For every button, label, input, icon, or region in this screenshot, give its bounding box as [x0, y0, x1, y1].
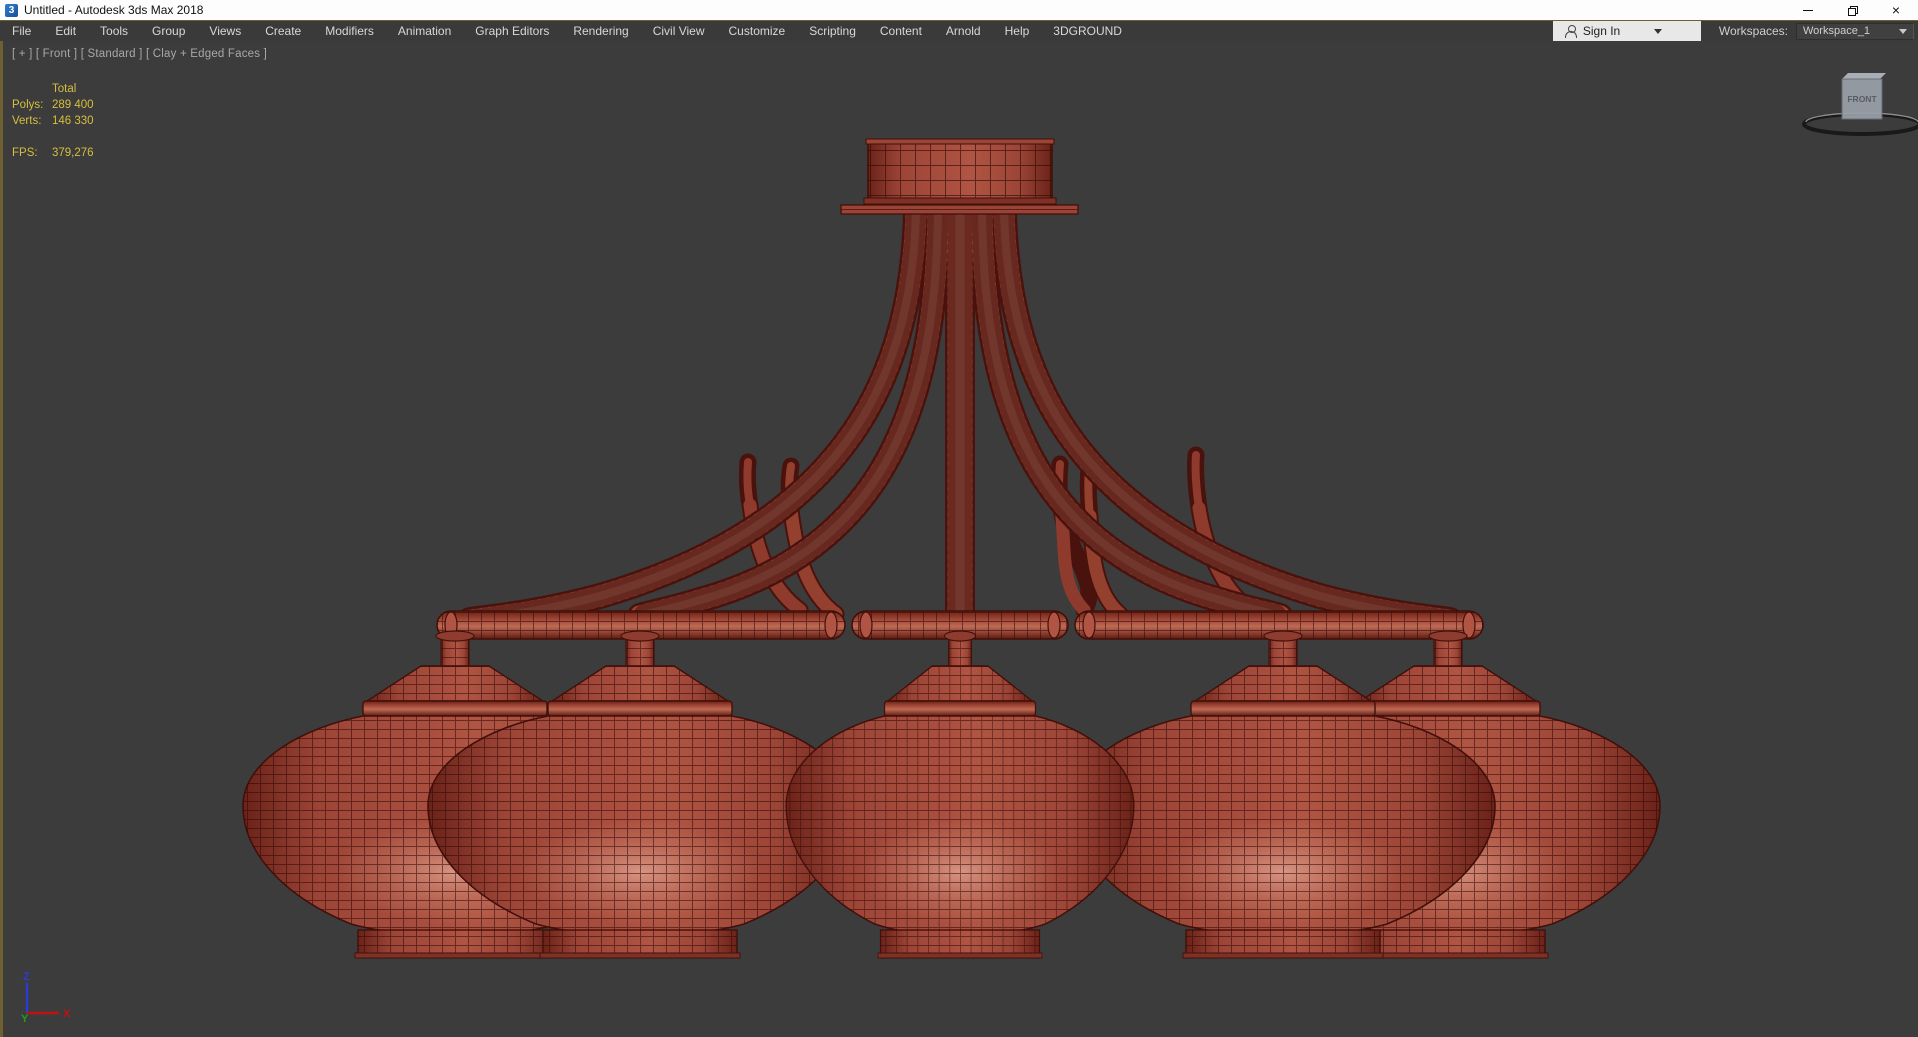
viewport-label[interactable]: [ + ] [ Front ] [ Standard ] [ Clay + Ed…: [12, 48, 267, 60]
axis-x-label: X: [63, 1008, 71, 1020]
menu-graph-editors[interactable]: Graph Editors: [463, 21, 561, 41]
app-icon: 3: [5, 3, 18, 17]
minimize-icon: [1803, 9, 1813, 11]
viewcube-front-label: FRONT: [1847, 94, 1877, 104]
stats-fps-row: FPS: 379,276: [12, 145, 94, 161]
menu-customize[interactable]: Customize: [717, 21, 798, 41]
viewcube[interactable]: FRONT: [1802, 73, 1918, 136]
stats-verts-value: 146 330: [52, 115, 94, 127]
workspace-chevron-icon: [1899, 28, 1907, 34]
stats-polys-row: Polys: 289 400: [12, 97, 94, 113]
axis-y-label: Y: [21, 1013, 29, 1025]
menu-rendering[interactable]: Rendering: [561, 21, 640, 41]
menu-items: File Edit Tools Group Views Create Modif…: [0, 21, 1134, 41]
menu-scripting[interactable]: Scripting: [797, 21, 868, 41]
sign-in-button[interactable]: Sign In: [1552, 21, 1701, 41]
menu-right-cluster: Sign In Workspaces: Workspace_1: [1552, 21, 1918, 41]
statistics-overlay: Total Polys: 289 400 Verts: 146 330 FPS:…: [12, 81, 94, 161]
viewport-accent-border: [0, 41, 3, 1037]
restore-icon: [1847, 5, 1858, 16]
menu-tools[interactable]: Tools: [88, 21, 140, 41]
menu-file[interactable]: File: [0, 21, 43, 41]
menu-modifiers[interactable]: Modifiers: [313, 21, 386, 41]
menu-content[interactable]: Content: [868, 21, 934, 41]
chevron-down-icon: [1654, 28, 1663, 34]
title-bar: 3 Untitled - Autodesk 3ds Max 2018 ×: [0, 0, 1918, 20]
menu-help[interactable]: Help: [993, 21, 1042, 41]
sign-in-label: Sign In: [1582, 24, 1621, 38]
close-icon: ×: [1891, 2, 1901, 18]
minimize-button[interactable]: [1786, 0, 1830, 20]
menu-arnold[interactable]: Arnold: [934, 21, 993, 41]
chandelier-ceiling-mount: [840, 138, 1079, 215]
restore-button[interactable]: [1830, 0, 1874, 20]
menu-animation[interactable]: Animation: [386, 21, 463, 41]
stats-verts-label: Verts:: [12, 115, 42, 127]
stats-header: Total: [52, 83, 77, 95]
menu-edit[interactable]: Edit: [43, 21, 88, 41]
user-icon: [1564, 25, 1577, 38]
axis-gizmo: Z Y X: [21, 971, 71, 1025]
menu-civil-view[interactable]: Civil View: [641, 21, 717, 41]
stats-polys-label: Polys:: [12, 99, 44, 111]
menu-group[interactable]: Group: [140, 21, 197, 41]
menu-bar: File Edit Tools Group Views Create Modif…: [0, 20, 1918, 41]
stats-fps-value: 379,276: [52, 147, 94, 159]
menu-views[interactable]: Views: [197, 21, 253, 41]
chandelier-shade-front-center: [785, 630, 1135, 959]
close-button[interactable]: ×: [1874, 0, 1918, 20]
workspace-dropdown[interactable]: Workspace_1: [1796, 22, 1914, 40]
workspace-value: Workspace_1: [1803, 25, 1871, 37]
chandelier-arms: [457, 197, 1463, 633]
menu-3dground[interactable]: 3DGROUND: [1041, 21, 1134, 41]
workspaces-label: Workspaces:: [1718, 24, 1788, 38]
axis-z-label: Z: [23, 971, 30, 983]
scene-render: FRONT Z Y X: [21, 73, 1918, 1025]
menu-create[interactable]: Create: [253, 21, 313, 41]
stats-polys-value: 289 400: [52, 99, 94, 111]
stats-verts-row: Verts: 146 330: [12, 113, 94, 129]
window-title: Untitled - Autodesk 3ds Max 2018: [24, 3, 204, 17]
stats-fps-label: FPS:: [12, 147, 38, 159]
window-controls: ×: [1786, 0, 1918, 20]
viewport[interactable]: [ + ] [ Front ] [ Standard ] [ Clay + Ed…: [0, 41, 1918, 1037]
